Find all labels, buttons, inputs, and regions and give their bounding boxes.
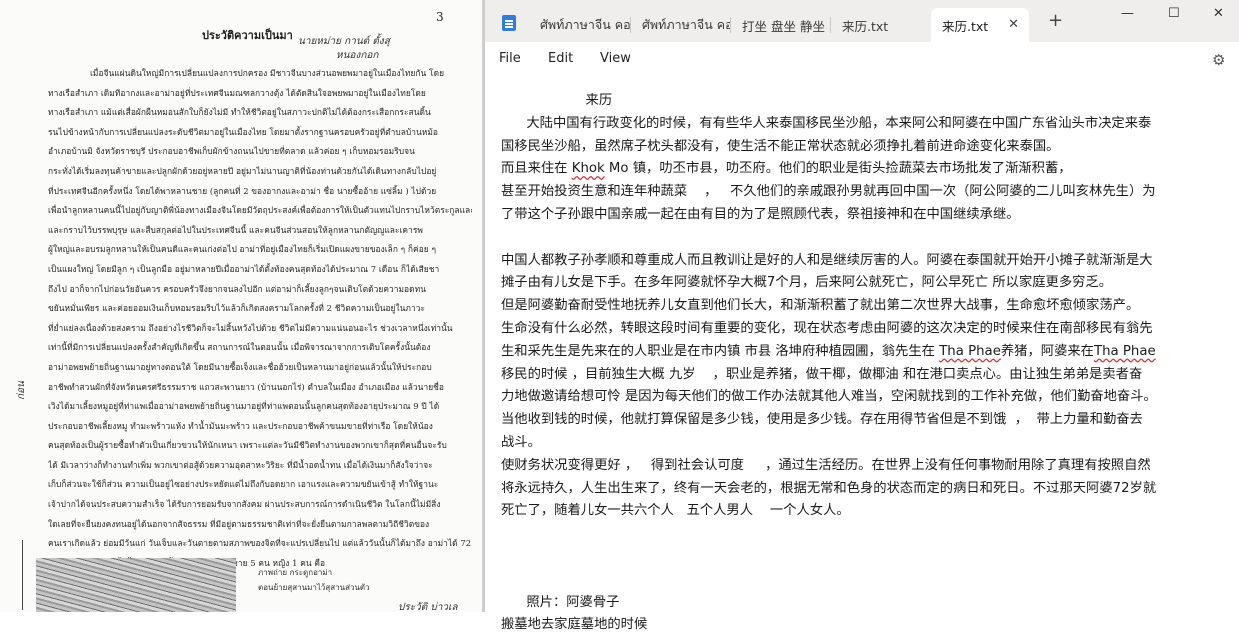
photo-caption: ตอนย้ายสุสานมาไว้สุสานส่วนตัว xyxy=(258,583,370,592)
document-line: อาชีพทำสวนผักที่จังหวัดนครศรีธรรมราช แถว… xyxy=(48,381,444,392)
photo-caption: ภาพถ่าย กระดูกอาม่า xyxy=(258,568,333,577)
tab-laili-txt-active[interactable]: 来历.txt ✕ xyxy=(931,8,1029,42)
document-line: อาม่าอพยพย้ายถิ่นฐานมาอยู่ทางตอนใต้ โดยม… xyxy=(48,361,432,372)
close-tab-icon[interactable]: ✕ xyxy=(1008,17,1019,32)
document-body: เมื่อจีนแผ่นดินใหญ่มีการเปลี่ยนแปลงการปก… xyxy=(48,64,472,573)
handwritten-note: นายหม่าย กานต์ ตั้งสุ xyxy=(298,36,390,47)
editor-line: 摊子由有儿女是下手。在多年阿婆就怀孕大概7个月，后来阿公就死亡，阿公早死亡 所以… xyxy=(501,275,1113,291)
document-line: เจ้าปากได้จนประสบความสำเร็จ ได้รับการยอม… xyxy=(48,499,441,510)
document-line: เพื่อนำลูกหลานคนนี้ไปอยู่กับญาติพี่น้องท… xyxy=(48,205,472,216)
handwritten-note: หนองกอก xyxy=(336,50,379,61)
document-line: ขยันหมั่นเพียร และค่อยออมเงินเก็บหอมรอมร… xyxy=(48,303,426,314)
handwritten-margin-note: ก่อน xyxy=(16,381,27,400)
tab-bar: ศัพท์ภาษาจีน คอมเ ศัพท์ภาษาจีน คอมเ 打坐 盘… xyxy=(485,0,1239,42)
document-line: กระทั่งได้เริ่มลงทุนค้าขายและปลูกผักด้วย… xyxy=(48,165,437,176)
editor-line: 搬墓地去家庭墓地的时候 xyxy=(501,617,648,633)
editor-line: 照片：阿婆骨子 xyxy=(501,594,620,610)
document-line: เป็นแผงใหญ่ โดยมีลูก ๆ เป็นลูกมือ อยู่มา… xyxy=(48,263,440,274)
document-line: ทางเรือสำเภา แม้แต่เสื่อผักผืนหมอนสักใบก… xyxy=(48,107,431,118)
minimize-icon[interactable]: — xyxy=(1121,6,1134,22)
tab-label: ศัพท์ภาษาจีน คอมเ xyxy=(642,17,731,32)
document-line: ทางเรือสำเภา เดิมทีอากงและอาม่าอยู่ที่ปร… xyxy=(48,87,426,98)
new-tab-icon[interactable]: + xyxy=(1048,12,1063,30)
editor-line: 力地做邀请给想可怜 是因为每天他们的做工作办法就其他人难当，空闲就找到的工作补充… xyxy=(501,389,1157,405)
editor-line: 使财务状况变得更好 ， 得到社会认可度 ，通过生活经历。在世界上没有任何事物耐用… xyxy=(501,457,1151,473)
document-line: ได้ มีเวลาว่างก็ทำงานทำเพิ่ม พวกเขาต่อสู… xyxy=(48,459,433,470)
tab-thai-chinese-vocab-2[interactable]: ศัพท์ภาษาจีน คอมเ xyxy=(631,8,731,42)
editor-line: 而且来住在 Khok Mo 镇，叻丕市县，叻丕府。他们的职业是街头捡蔬菜去市场批… xyxy=(501,161,1072,177)
tab-label: 来历.txt xyxy=(842,18,889,34)
document-line: อำเภอบ้านมิ จังหวัดราชบุรี ประกอบอาชีพเก… xyxy=(48,146,415,157)
document-line: และกราบไว้บรรพบุรุษ และสืบสกุลต่อไปในประ… xyxy=(48,224,423,235)
document-line: เท่านี้ที่มีการเปลี่ยนแปลงครั้งสำคัญที่เ… xyxy=(48,342,431,353)
editor-line: 大陆中国有行政变化的时候，有有些华人来泰国移民坐沙船，本来阿公和阿婆在中国广东省… xyxy=(501,115,1152,131)
document-line: เมื่อจีนแผ่นดินใหญ่มีการเปลี่ยนแปลงการปก… xyxy=(90,68,445,78)
maximize-icon[interactable]: ☐ xyxy=(1168,6,1180,22)
notepad-app-icon xyxy=(502,15,516,31)
editor-line: 生命没有什么必然，转眼这段时间有重要的变化，现在状态考虑由阿婆的这次决定的时候来… xyxy=(501,320,1153,336)
bone-photo xyxy=(36,558,236,612)
document-line: เก็บก็ส่วนจะใช้ก็ส่วน ความเป็นอยู่ไซอย่า… xyxy=(48,479,439,490)
tab-laili-txt[interactable]: 来历.txt xyxy=(831,8,927,42)
document-line: คนเราเกิดแล้ว ย่อมมีวันแก่ วันเจ็บและวัน… xyxy=(48,538,472,549)
tab-meditation[interactable]: 打坐 盘坐 静坐 xyxy=(731,8,831,42)
spellcheck-word: Tha Phae xyxy=(1093,343,1156,359)
document-line: ถึงไป อาก็จากไปก่อนวัยอันควร ครอบครัวจึง… xyxy=(48,283,426,294)
document-line: เวิงได้มาเลี้ยงหมูอยู่ที่ท่าแพเมื่ออาม่า… xyxy=(48,401,440,412)
tab-label: 打坐 盘坐 静坐 xyxy=(742,18,825,34)
tab-thai-chinese-vocab-1[interactable]: ศัพท์ภาษาจีน คอมเ xyxy=(529,8,631,42)
document-line: รนไปข้างหน้ากับการเปลี่ยนแปลงระดับชีวิตม… xyxy=(48,126,438,137)
editor-line: 生和采先生是先来在的人职业是在市内镇 市县 洛坤府种植园圃，翁先生在 Tha P… xyxy=(501,343,1156,359)
document-title: ประวัติความเป็นมา xyxy=(202,29,293,42)
editor-line: 但是阿婆勤奋耐受性地抚养儿女直到他们长大，和渐渐积蓄了就出第二次世界大战事，生命… xyxy=(501,298,1140,314)
document-line: ที่ย่ำแย่ลงเนื่องด้วยสงคราม ถึงอย่างไรชี… xyxy=(48,322,453,333)
gear-icon[interactable]: ⚙ xyxy=(1212,51,1225,69)
spellcheck-word: Khok xyxy=(571,161,605,177)
margin-bracket xyxy=(22,540,31,610)
tab-label: 来历.txt xyxy=(942,18,989,34)
menu-bar: File Edit View ⚙ xyxy=(485,42,1239,76)
page-number: 3 xyxy=(436,10,444,24)
document-line: ที่ประเทศจีนอีกครั้งหนึ่ง โดยได้พาหลานชา… xyxy=(48,185,437,196)
window-close-icon[interactable]: ✕ xyxy=(1213,6,1224,22)
editor-line: 当他收到钱的时候，他就打算保留是多少钱，使用是多少钱。存在用得节省但是不到饿 ，… xyxy=(501,412,1143,428)
menu-edit[interactable]: Edit xyxy=(548,51,573,66)
handwritten-note: ประวัติ บ่าวเล xyxy=(398,602,458,612)
spellcheck-word: Tha Phae xyxy=(939,343,1001,359)
editor-line: 了带这个子孙跟中国亲戚一起在由有目的为了是照顾代表，祭祖接神和在中国继续承继。 xyxy=(501,206,1020,222)
editor-line: 将永远持久，人生出生来了，终有一天会老的，根据无常和色身的状态而定的病日和死日。… xyxy=(501,480,1157,496)
notepad-window: ศัพท์ภาษาจีน คอมเ ศัพท์ภาษาจีน คอมเ 打坐 盘… xyxy=(484,0,1239,632)
editor-line: 移民的时候 ，目前独生大概 九岁 ，职业是养猪，做干椰，做椰油 和在港口卖点心。… xyxy=(501,366,1143,382)
editor-line: 国移民坐沙船，虽然席子枕头都没有，使生活不能正常状态就必须挣扎着前进命途变化来泰… xyxy=(501,138,1060,154)
editor-line: 死亡了，随着儿女一共六个人 五个人男人 一个人女人。 xyxy=(501,503,850,519)
editor-line: 甚至开始投资生意和连年种蔬菜 ， 不久他们的亲戚跟孙男就再回中国一次（阿公阿婆的… xyxy=(501,184,1156,200)
document-line: ใดเลยที่จะยืนยงคงทนอยู่ได้นอกจากสัจธรรม … xyxy=(48,518,430,529)
menu-view[interactable]: View xyxy=(600,51,631,66)
scanned-document: 3 ประวัติความเป็นมา นายหม่าย กานต์ ตั้งส… xyxy=(0,0,482,612)
editor-line: 中国人都教子孙孝顺和尊重成人而且教训让是好的人和是继续厉害的人。阿婆在泰国就开始… xyxy=(501,252,1153,268)
tab-label: ศัพท์ภาษาจีน คอมเ xyxy=(540,17,631,32)
document-line: ผู้ใหญ่และอบรมลูกหลานให้เป็นคนดีและคนเก่… xyxy=(48,244,437,255)
editor-line: 来历 xyxy=(501,93,613,108)
document-line: คนสุดท้องเป็นผู้รายซื้อทำตัวเป็นเกี่ยวขว… xyxy=(48,440,447,451)
editor-line: 战斗。 xyxy=(501,434,541,450)
document-line: ประกอบอาชีพเลี้ยงหมู ทำมะพร้าวแห้ง ทำน้ำ… xyxy=(48,420,433,431)
text-editor[interactable]: 来历 大陆中国有行政变化的时候，有有些华人来泰国移民坐沙船，本来阿公和阿婆在中国… xyxy=(501,90,1236,637)
menu-file[interactable]: File xyxy=(499,51,521,66)
